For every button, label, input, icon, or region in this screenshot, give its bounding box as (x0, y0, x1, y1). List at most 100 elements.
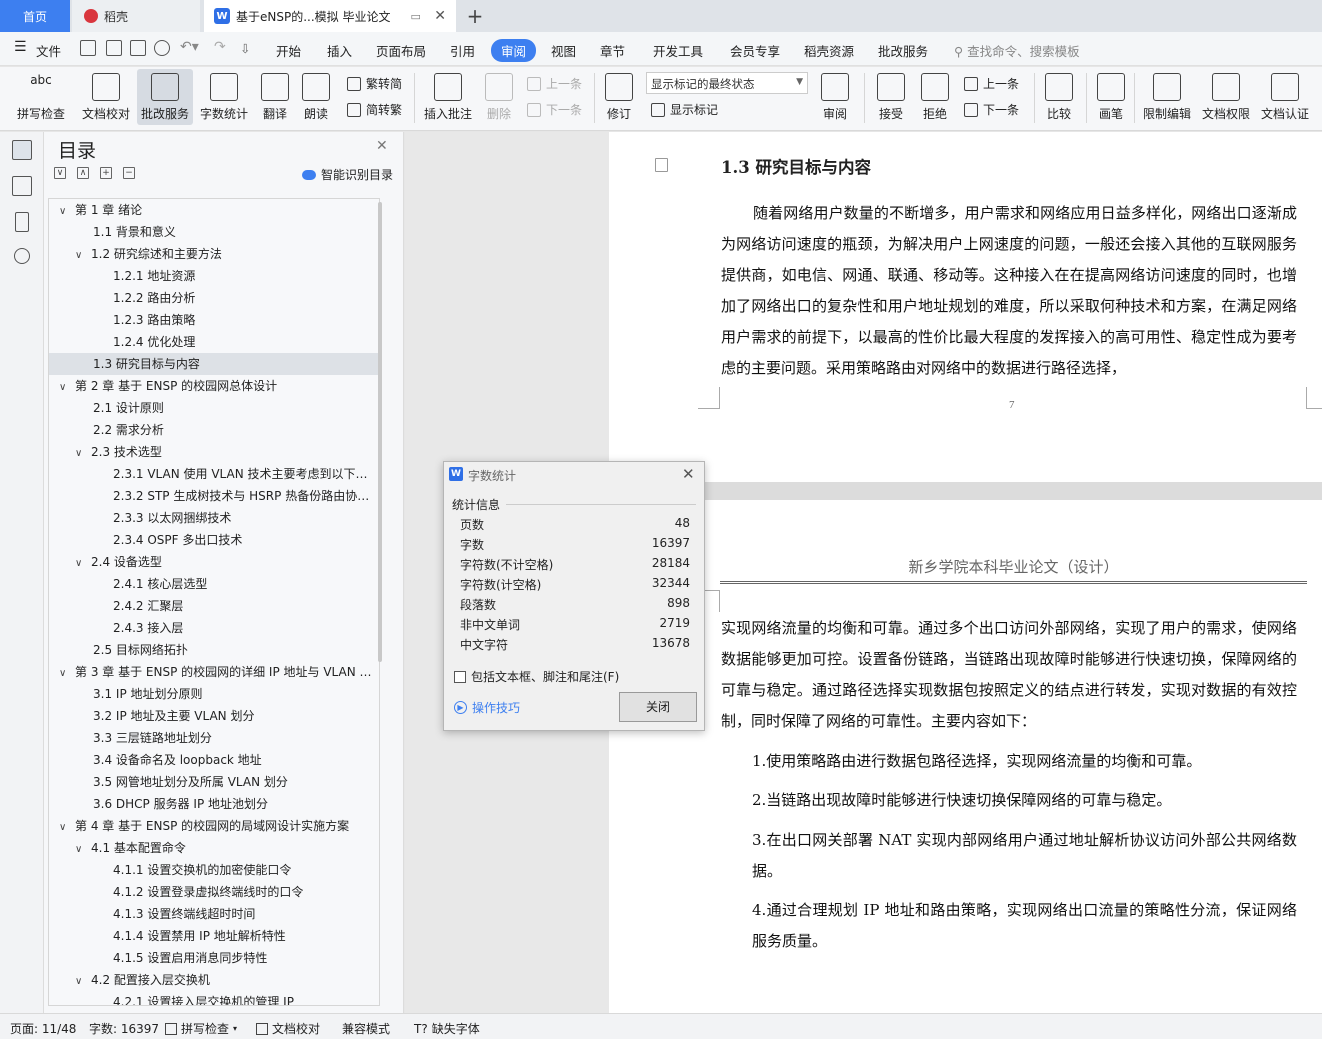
chevron-down-icon[interactable]: ∨ (59, 377, 71, 397)
toc-item[interactable]: 4.1.1 设置交换机的加密使能口令 (49, 859, 379, 881)
menu-view[interactable]: 视图 (551, 41, 576, 60)
smart-toc-button[interactable]: 智能识别目录 (302, 166, 393, 183)
toc-item[interactable]: ∨ 第 1 章 绪论 (49, 199, 379, 221)
menu-review[interactable]: 审阅 (491, 39, 537, 62)
toc-item[interactable]: 1.1 背景和意义 (49, 221, 379, 243)
toc-item[interactable]: ∨ 4.1 基本配置命令 (49, 837, 379, 859)
toc-item[interactable]: 1.2.3 路由策略 (49, 309, 379, 331)
menu-reference[interactable]: 引用 (450, 41, 475, 60)
chevron-down-icon[interactable]: ∨ (75, 839, 87, 859)
review-button[interactable]: 审阅 (816, 69, 854, 122)
toc-item[interactable]: ∨ 第 2 章 基于 ENSP 的校园网总体设计 (49, 375, 379, 397)
collapse-all-icon[interactable]: ∨ (54, 167, 66, 179)
tips-link[interactable]: ▶ 操作技巧 (454, 699, 520, 716)
toc-item[interactable]: 1.2.4 优化处理 (49, 331, 379, 353)
menu-start[interactable]: 开始 (276, 41, 301, 60)
toc-item[interactable]: 2.4.3 接入层 (49, 617, 379, 639)
menu-member[interactable]: 会员专享 (730, 41, 780, 60)
toc-item[interactable]: ∨ 第 3 章 基于 ENSP 的校园网的详细 IP 地址与 VLAN 划分 (49, 661, 379, 683)
print-preview-icon[interactable] (154, 40, 170, 56)
toc-item[interactable]: 1.3 研究目标与内容 (49, 353, 379, 375)
insert-comment-button[interactable]: 插入批注 (422, 69, 474, 122)
toc-item[interactable]: ∨ 第 4 章 基于 ENSP 的校园网的局域网设计实施方案 (49, 815, 379, 837)
toc-item[interactable]: 3.4 设备命名及 loopback 地址 (49, 749, 379, 771)
spell-check-button[interactable]: abc 拼写检查 (12, 69, 70, 122)
reject-button[interactable]: 拒绝 (916, 69, 954, 122)
toc-item[interactable]: 4.1.4 设置禁用 IP 地址解析特性 (49, 925, 379, 947)
toc-item[interactable]: ∨ 1.2 研究综述和主要方法 (49, 243, 379, 265)
toc-item[interactable]: 2.3.1 VLAN 使用 VLAN 技术主要考虑到以下优势： (49, 463, 379, 485)
delete-comment-button[interactable]: 删除 (480, 69, 518, 122)
toc-item[interactable]: 3.5 网管地址划分及所属 VLAN 划分 (49, 771, 379, 793)
paragraph-menu-icon[interactable] (655, 158, 668, 172)
tab-home[interactable]: 首页 (0, 0, 70, 32)
simp-to-trad-button[interactable]: 简转繁 (347, 101, 402, 118)
menu-daoke-resources[interactable]: 稻壳资源 (804, 41, 854, 60)
toc-item[interactable]: 2.5 目标网络拓扑 (49, 639, 379, 661)
accept-button[interactable]: 接受 (872, 69, 910, 122)
print-icon[interactable] (130, 40, 146, 56)
next-comment-button[interactable]: 下一条 (527, 101, 582, 118)
toc-item[interactable]: 2.2 需求分析 (49, 419, 379, 441)
expand-all-icon[interactable]: ∧ (77, 167, 89, 179)
toc-item[interactable]: ∨ 4.2 配置接入层交换机 (49, 969, 379, 991)
chevron-down-icon[interactable]: ∨ (75, 971, 87, 991)
toc-item[interactable]: 2.3.4 OSPF 多出口技术 (49, 529, 379, 551)
tab-document[interactable]: W 基于eNSP的...模拟 毕业论文 ▭ ✕ (204, 0, 456, 32)
prev-change-button[interactable]: 上一条 (964, 75, 1019, 92)
tab-monitor-icon[interactable]: ▭ (410, 10, 420, 23)
bookmark-icon[interactable] (15, 212, 29, 232)
restrict-edit-button[interactable]: 限制编辑 (1140, 69, 1194, 122)
tab-daoke[interactable]: 稻壳 (72, 0, 200, 32)
doc-proof-button[interactable]: 文档校对 (80, 69, 132, 122)
menu-developer[interactable]: 开发工具 (653, 41, 703, 60)
next-change-button[interactable]: 下一条 (964, 101, 1019, 118)
toc-item[interactable]: 1.2.1 地址资源 (49, 265, 379, 287)
toc-item[interactable]: 4.2.1 设置接入层交换机的管理 IP (49, 991, 379, 1005)
toc-icon[interactable] (12, 140, 32, 160)
doc-cert-button[interactable]: 文档认证 (1258, 69, 1312, 122)
toc-scrollbar[interactable] (378, 202, 382, 662)
menu-page-layout[interactable]: 页面布局 (376, 41, 426, 60)
chevron-down-icon[interactable]: ∨ (59, 201, 71, 221)
include-textbox-checkbox[interactable]: 包括文本框、脚注和尾注(F) (454, 668, 619, 685)
close-icon[interactable]: ✕ (376, 138, 388, 154)
navigation-icon[interactable] (12, 176, 32, 196)
chevron-down-icon[interactable]: ∨ (75, 245, 87, 265)
search-icon[interactable] (14, 248, 30, 264)
toc-item[interactable]: ∨ 2.3 技术选型 (49, 441, 379, 463)
prev-comment-button[interactable]: 上一条 (527, 75, 582, 92)
compare-button[interactable]: 比较 (1040, 69, 1078, 122)
add-heading-icon[interactable]: + (100, 167, 112, 179)
tab-close-icon[interactable]: ✕ (434, 8, 446, 24)
close-button[interactable]: 关闭 (619, 692, 697, 722)
doc-rights-button[interactable]: 文档权限 (1199, 69, 1253, 122)
search-command[interactable]: ⚲ 查找命令、搜索模板 (954, 41, 1080, 60)
chevron-down-icon[interactable]: ∨ (75, 553, 87, 573)
redo-icon[interactable]: ↷ (214, 39, 226, 55)
doc-proof-status[interactable]: 文档校对 (256, 1020, 320, 1037)
toc-item[interactable]: 2.3.3 以太网捆绑技术 (49, 507, 379, 529)
read-aloud-button[interactable]: 朗读 (299, 69, 333, 122)
toc-item[interactable]: ∨ 2.4 设备选型 (49, 551, 379, 573)
remove-heading-icon[interactable]: − (123, 167, 135, 179)
word-count-button[interactable]: 字数统计 (198, 69, 250, 122)
show-markup-button[interactable]: 显示标记 (651, 101, 718, 118)
markup-state-select[interactable]: 显示标记的最终状态 ▼ (646, 72, 808, 94)
export-pdf-icon[interactable] (106, 40, 122, 56)
toc-item[interactable]: 4.1.5 设置启用消息同步特性 (49, 947, 379, 969)
toc-item[interactable]: 2.3.2 STP 生成树技术与 HSRP 热备份路由协议技术 (49, 485, 379, 507)
hamburger-icon[interactable]: ☰ (14, 39, 27, 55)
menu-chapter[interactable]: 章节 (600, 41, 625, 60)
chevron-down-icon[interactable]: ∨ (59, 817, 71, 837)
close-icon[interactable]: ✕ (682, 465, 695, 483)
new-tab-button[interactable]: + (462, 3, 488, 29)
page-indicator[interactable]: 页面: 11/48 (10, 1020, 76, 1037)
toc-item[interactable]: 4.1.2 设置登录虚拟终端线时的口令 (49, 881, 379, 903)
revise-button[interactable]: 修订 (600, 69, 638, 122)
review-service-button[interactable]: 批改服务 (137, 69, 193, 125)
toc-item[interactable]: 3.2 IP 地址及主要 VLAN 划分 (49, 705, 379, 727)
pen-button[interactable]: 画笔 (1094, 69, 1128, 122)
save-icon[interactable] (80, 40, 96, 56)
menu-file[interactable]: 文件 (36, 41, 61, 60)
